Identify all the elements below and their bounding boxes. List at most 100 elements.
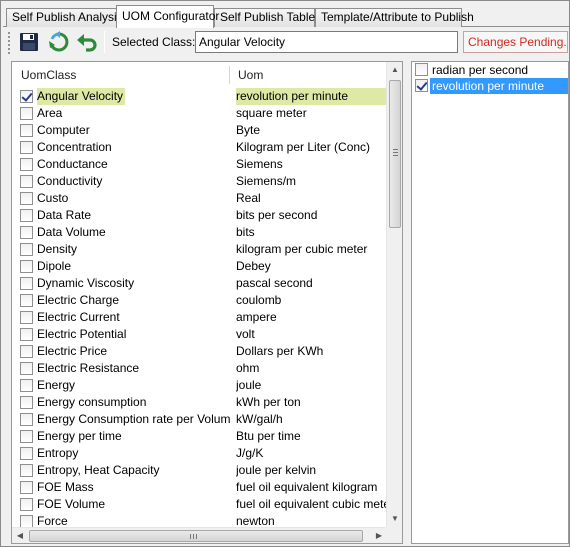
uom-cell[interactable]: Btu per time [236, 428, 387, 445]
row-checkbox[interactable] [20, 243, 33, 256]
uom-cell[interactable]: Siemens [236, 156, 387, 173]
row-checkbox[interactable] [20, 481, 33, 494]
row-checkbox[interactable] [20, 294, 33, 307]
tab-self-publish-analysis[interactable]: Self Publish Analysis [6, 8, 123, 27]
uom-cell[interactable]: fuel oil equivalent cubic meter [236, 496, 387, 513]
uom-class-cell[interactable]: Dynamic Viscosity [37, 275, 230, 292]
uom-class-cell[interactable]: FOE Mass [37, 479, 230, 496]
table-row[interactable]: Area square meter [12, 105, 387, 122]
table-row[interactable]: Entropy, Heat Capacity joule per kelvin [12, 462, 387, 479]
uom-class-cell[interactable]: Energy consumption [37, 394, 230, 411]
uom-cell[interactable]: Byte [236, 122, 387, 139]
row-checkbox[interactable] [20, 141, 33, 154]
row-checkbox[interactable] [20, 226, 33, 239]
uom-cell[interactable]: bits per second [236, 207, 387, 224]
uom-cell[interactable]: Real [236, 190, 387, 207]
uom-cell[interactable]: kWh per ton [236, 394, 387, 411]
uom-class-cell[interactable]: Dipole [37, 258, 230, 275]
uom-class-cell[interactable]: Energy Consumption rate per Volume [37, 411, 230, 428]
table-row[interactable]: Entropy J/g/K [12, 445, 387, 462]
uom-cell[interactable]: ampere [236, 309, 387, 326]
table-row[interactable]: Computer Byte [12, 122, 387, 139]
vertical-scrollbar[interactable]: ▲ ▼ [386, 62, 402, 527]
uom-cell[interactable]: Debey [236, 258, 387, 275]
uom-cell[interactable]: bits [236, 224, 387, 241]
uom-cell[interactable]: Kilogram per Liter (Conc) [236, 139, 387, 156]
undo-arrow-icon[interactable] [76, 31, 98, 53]
row-checkbox[interactable] [20, 379, 33, 392]
uom-class-cell[interactable]: Electric Price [37, 343, 230, 360]
uom-class-cell[interactable]: Electric Charge [37, 292, 230, 309]
uom-cell[interactable]: revolution per minute [236, 88, 387, 105]
column-header-uom[interactable]: Uom [229, 62, 263, 88]
uom-cell[interactable]: kW/gal/h [236, 411, 387, 428]
vertical-scroll-thumb[interactable] [389, 80, 401, 228]
uom-cell[interactable]: pascal second [236, 275, 387, 292]
table-row[interactable]: Data Volume bits [12, 224, 387, 241]
table-row[interactable]: Electric Potential volt [12, 326, 387, 343]
tab-uom-configurator[interactable]: UOM Configurator [116, 5, 219, 28]
row-checkbox[interactable] [20, 464, 33, 477]
row-checkbox[interactable] [20, 158, 33, 171]
uom-cell[interactable]: volt [236, 326, 387, 343]
table-row[interactable]: Electric Charge coulomb [12, 292, 387, 309]
uom-checkbox[interactable] [415, 79, 428, 92]
uom-class-cell[interactable]: Density [37, 241, 230, 258]
table-row[interactable]: Custo Real [12, 190, 387, 207]
uom-class-cell[interactable]: FOE Volume [37, 496, 230, 513]
uom-class-cell[interactable]: Electric Resistance [37, 360, 230, 377]
list-item[interactable]: revolution per minute [412, 78, 568, 94]
tab-template-attribute-to-publish[interactable]: Template/Attribute to Publish [315, 8, 474, 27]
uom-cell[interactable]: kilogram per cubic meter [236, 241, 387, 258]
row-checkbox[interactable] [20, 362, 33, 375]
row-checkbox[interactable] [20, 175, 33, 188]
scroll-up-icon[interactable]: ▲ [387, 62, 402, 78]
save-disk-icon[interactable] [18, 31, 40, 53]
table-row[interactable]: Conductance Siemens [12, 156, 387, 173]
uom-cell[interactable]: Dollars per KWh [236, 343, 387, 360]
table-row[interactable]: Data Rate bits per second [12, 207, 387, 224]
uom-class-cell[interactable]: Area [37, 105, 230, 122]
table-row[interactable]: Electric Resistance ohm [12, 360, 387, 377]
uom-cell[interactable]: fuel oil equivalent kilogram [236, 479, 387, 496]
row-checkbox[interactable] [20, 328, 33, 341]
row-checkbox[interactable] [20, 498, 33, 511]
row-checkbox[interactable] [20, 277, 33, 290]
table-row[interactable]: Dipole Debey [12, 258, 387, 275]
row-checkbox[interactable] [20, 430, 33, 443]
uom-class-cell[interactable]: Computer [37, 122, 230, 139]
row-checkbox[interactable] [20, 107, 33, 120]
table-row[interactable]: Conductivity Siemens/m [12, 173, 387, 190]
tab-self-publish-tables[interactable]: Self Publish Tables [214, 8, 321, 27]
uom-cell[interactable]: Siemens/m [236, 173, 387, 190]
uom-class-cell[interactable]: Entropy [37, 445, 230, 462]
uom-cell[interactable]: ohm [236, 360, 387, 377]
table-row[interactable]: Electric Price Dollars per KWh [12, 343, 387, 360]
scroll-right-icon[interactable]: ▶ [371, 528, 387, 543]
uom-cell[interactable]: joule [236, 377, 387, 394]
row-checkbox[interactable] [20, 209, 33, 222]
uom-class-cell[interactable]: Energy per time [37, 428, 230, 445]
scroll-left-icon[interactable]: ◀ [12, 528, 28, 543]
uom-class-cell[interactable]: Entropy, Heat Capacity [37, 462, 230, 479]
column-header-uomclass[interactable]: UomClass [12, 62, 76, 88]
refresh-icon[interactable] [48, 31, 70, 53]
table-row[interactable]: Electric Current ampere [12, 309, 387, 326]
row-checkbox[interactable] [20, 345, 33, 358]
uom-class-cell[interactable]: Conductance [37, 156, 230, 173]
row-checkbox[interactable] [20, 396, 33, 409]
row-checkbox[interactable] [20, 124, 33, 137]
uom-cell[interactable]: coulomb [236, 292, 387, 309]
table-row[interactable]: Energy per time Btu per time [12, 428, 387, 445]
uom-class-cell[interactable]: Concentration [37, 139, 230, 156]
toolbar-grip[interactable] [7, 31, 11, 54]
uom-class-cell[interactable]: Custo [37, 190, 230, 207]
uom-cell[interactable]: J/g/K [236, 445, 387, 462]
uom-class-cell[interactable]: Electric Current [37, 309, 230, 326]
uom-cell[interactable]: joule per kelvin [236, 462, 387, 479]
table-row[interactable]: Angular Velocity revolution per minute [12, 88, 387, 105]
table-row[interactable]: Energy Consumption rate per Volume kW/gal… [12, 411, 387, 428]
table-row[interactable]: Energy consumption kWh per ton [12, 394, 387, 411]
row-checkbox[interactable] [20, 192, 33, 205]
table-row[interactable]: Energy joule [12, 377, 387, 394]
